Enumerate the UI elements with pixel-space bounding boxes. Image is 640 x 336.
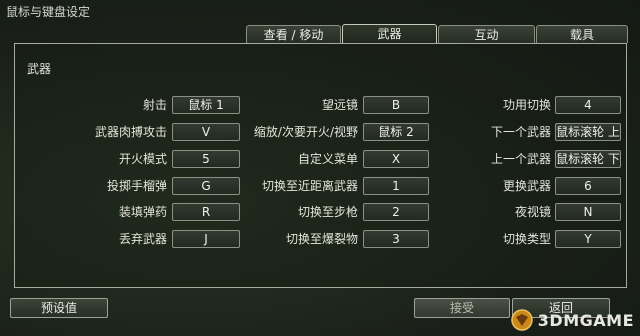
key-binding-button[interactable]: 5	[172, 150, 240, 168]
binding-action-label: 上一个武器	[490, 152, 551, 166]
key-binding-button[interactable]: G	[172, 177, 240, 195]
binding-action-label: 下一个武器	[490, 125, 551, 139]
key-binding-button[interactable]: 6	[555, 177, 621, 195]
binding-action-label: 切换至爆裂物	[285, 232, 358, 246]
accept-button[interactable]: 接受	[414, 298, 510, 318]
key-binding-button[interactable]: 鼠标 1	[172, 96, 240, 114]
key-binding-button[interactable]: N	[555, 203, 621, 221]
tab-interact[interactable]: 互动	[438, 25, 535, 43]
tab-view-move[interactable]: 查看 / 移动	[246, 25, 341, 43]
key-binding-button[interactable]: 鼠标滚轮 下	[555, 150, 621, 168]
watermark: 3DMGAME	[510, 308, 634, 332]
key-binding-button[interactable]: X	[363, 150, 429, 168]
key-binding-button[interactable]: R	[172, 203, 240, 221]
binding-action-label: 武器肉搏攻击	[94, 125, 167, 139]
binding-action-label: 丢弃武器	[118, 232, 167, 246]
key-binding-button[interactable]: 2	[363, 203, 429, 221]
binding-action-label: 投掷手榴弹	[106, 179, 167, 193]
tab-weapons[interactable]: 武器	[342, 24, 437, 44]
binding-action-label: 装填弹药	[118, 205, 167, 219]
key-binding-button[interactable]: 4	[555, 96, 621, 114]
key-binding-button[interactable]: Y	[555, 230, 621, 248]
key-binding-button[interactable]: V	[172, 123, 240, 141]
key-binding-button[interactable]: 3	[363, 230, 429, 248]
binding-action-label: 切换至步枪	[297, 205, 358, 219]
binding-action-label: 望远镜	[321, 98, 358, 112]
binding-action-label: 开火模式	[118, 152, 167, 166]
binding-action-label: 切换至近距离武器	[261, 179, 358, 193]
binding-action-label: 功用切换	[502, 98, 551, 112]
binding-action-label: 自定义菜单	[297, 152, 358, 166]
tab-vehicles[interactable]: 载具	[536, 25, 628, 43]
binding-action-label: 缩放/次要开火/视野	[253, 125, 358, 139]
binding-action-label: 夜视镜	[514, 205, 551, 219]
panel-title: 武器	[27, 62, 52, 76]
watermark-text: 3DMGAME	[537, 310, 634, 330]
key-binding-button[interactable]: 1	[363, 177, 429, 195]
key-binding-button[interactable]: 鼠标滚轮 上	[555, 123, 621, 141]
preset-button[interactable]: 预设值	[10, 298, 108, 318]
window-title: 鼠标与键盘设定	[6, 5, 91, 19]
binding-action-label: 射击	[142, 98, 167, 112]
key-binding-button[interactable]: J	[172, 230, 240, 248]
3dm-logo-icon	[511, 309, 533, 331]
binding-action-label: 切换类型	[502, 232, 551, 246]
key-binding-button[interactable]: 鼠标 2	[363, 123, 429, 141]
binding-action-label: 更换武器	[502, 179, 551, 193]
key-binding-button[interactable]: B	[363, 96, 429, 114]
